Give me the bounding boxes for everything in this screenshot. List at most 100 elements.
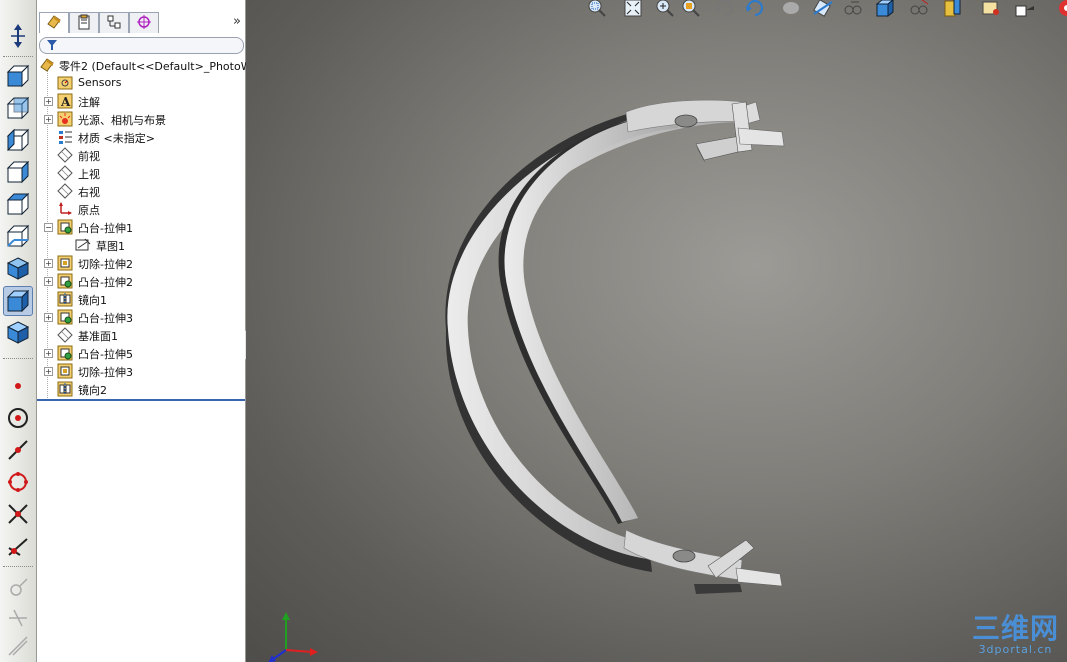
tree-item[interactable]: + A 注解 <box>37 92 245 110</box>
right-view-icon[interactable] <box>4 158 32 186</box>
tree-item-label: 切除-拉伸2 <box>78 258 133 271</box>
tree-item-label: 凸台-拉伸1 <box>78 222 133 235</box>
collapse-icon[interactable]: − <box>44 223 53 232</box>
tree-item-label: 原点 <box>78 204 100 217</box>
origin-icon <box>57 201 73 217</box>
watermark-logo: 三维网 3dportal.cn <box>972 615 1059 657</box>
plane-icon <box>57 183 73 199</box>
tree-item-label: 凸台-拉伸5 <box>78 348 133 361</box>
tree-item[interactable]: 原点 <box>37 200 245 218</box>
watermark-subtitle: 3dportal.cn <box>978 643 1053 656</box>
tree-root[interactable]: 零件2 (Default<<Default>_PhotoWo <box>37 56 258 74</box>
toolbar-separator <box>3 56 33 57</box>
tree-item-label: 凸台-拉伸2 <box>78 276 133 289</box>
tree-item[interactable]: + 凸台-拉伸3 <box>37 308 245 326</box>
point-icon[interactable] <box>4 372 32 400</box>
tree-item[interactable]: 镜向1 <box>37 290 245 308</box>
tree-item[interactable]: + 凸台-拉伸2 <box>37 272 245 290</box>
coordinate-triad <box>268 612 318 662</box>
tree-item[interactable]: 上视 <box>37 164 245 182</box>
configuration-manager-tab[interactable] <box>99 12 129 33</box>
tree-item[interactable]: − 凸台-拉伸1 <box>37 218 245 236</box>
circle-point-icon[interactable] <box>4 404 32 432</box>
tree-item-label: Sensors <box>78 76 122 89</box>
left-view-icon[interactable] <box>4 126 32 154</box>
material-icon <box>57 129 73 145</box>
tree-item-label: 注解 <box>78 96 100 109</box>
tree-item[interactable]: 镜向2 <box>37 380 245 398</box>
sketch-icon <box>75 237 91 253</box>
feature-tree-tab[interactable] <box>39 12 69 33</box>
plane-icon <box>57 147 73 163</box>
tree-item[interactable]: 草图1 <box>37 236 245 254</box>
feature-tree-icon <box>46 14 62 33</box>
toolbar-separator <box>3 566 33 567</box>
part-icon <box>39 57 55 73</box>
tree-item[interactable]: + 切除-拉伸3 <box>37 362 245 380</box>
part-model[interactable] <box>246 0 1067 662</box>
svg-text:A: A <box>60 95 71 109</box>
cut-extrude-icon <box>57 255 73 271</box>
sensors-icon <box>57 75 73 91</box>
tree-item[interactable]: 材质 <未指定> <box>37 128 245 146</box>
front-view-icon[interactable] <box>4 62 32 90</box>
shaded-view-icon[interactable] <box>3 286 33 316</box>
tree-item-label: 镜向2 <box>78 384 107 397</box>
tree-item[interactable]: + 切除-拉伸2 <box>37 254 245 272</box>
line-icon[interactable] <box>4 436 32 464</box>
toolbar-separator <box>3 358 33 359</box>
expand-icon[interactable]: + <box>44 97 53 106</box>
feature-manager-tabs: » <box>37 10 245 34</box>
tree-item[interactable]: + 凸台-拉伸5 <box>37 344 245 362</box>
ghost-tool-1-icon <box>4 574 32 602</box>
bottom-view-icon[interactable] <box>4 222 32 250</box>
annotations-icon: A <box>57 93 73 109</box>
expand-icon[interactable]: + <box>44 349 53 358</box>
expand-icon[interactable]: + <box>44 259 53 268</box>
tree-item-label: 上视 <box>78 168 100 181</box>
expand-panel-button[interactable]: » <box>233 14 241 29</box>
tree-item-label: 镜向1 <box>78 294 107 307</box>
filter-input[interactable] <box>39 37 244 54</box>
feature-manager-panel: » 零件2 (Default<<Default>_PhotoWo Sensors… <box>37 0 258 662</box>
expand-icon[interactable]: + <box>44 277 53 286</box>
circle-icon[interactable] <box>4 468 32 496</box>
isometric-view-icon[interactable] <box>4 254 32 282</box>
tree-item[interactable]: 前视 <box>37 146 245 164</box>
expand-icon[interactable]: + <box>44 115 53 124</box>
tree-item[interactable]: 基准面1 <box>37 326 245 344</box>
plane-icon <box>57 327 73 343</box>
normal-to-icon[interactable] <box>4 22 32 50</box>
lights-cameras-icon <box>57 111 73 127</box>
tree-item[interactable]: Sensors <box>37 74 245 92</box>
boss-extrude-icon <box>57 345 73 361</box>
trimetric-view-icon[interactable] <box>4 318 32 346</box>
graphics-area[interactable]: 三维网 3dportal.cn <box>246 0 1067 662</box>
tree-item-label: 草图1 <box>96 240 125 253</box>
intersect-icon[interactable] <box>4 500 32 528</box>
top-view-icon[interactable] <box>4 190 32 218</box>
ghost-tool-2-icon <box>4 604 32 632</box>
tree-item-label: 材质 <未指定> <box>78 132 155 145</box>
back-view-icon[interactable] <box>4 94 32 122</box>
rollback-bar[interactable] <box>37 399 245 401</box>
tree-item-label: 前视 <box>78 150 100 163</box>
ghost-tool-3-icon <box>4 632 32 660</box>
tree-item-label: 切除-拉伸3 <box>78 366 133 379</box>
tree-item-label: 基准面1 <box>78 330 118 343</box>
expand-icon[interactable]: + <box>44 367 53 376</box>
expand-icon[interactable]: + <box>44 313 53 322</box>
dimxpert-tab[interactable] <box>129 12 159 33</box>
mirror-icon <box>57 381 73 397</box>
configuration-manager-icon <box>106 14 122 33</box>
cut-extrude-icon <box>57 363 73 379</box>
tree-item[interactable]: 右视 <box>37 182 245 200</box>
property-manager-tab[interactable] <box>69 12 99 33</box>
mirror-icon <box>57 291 73 307</box>
property-manager-icon <box>76 14 92 33</box>
angle-line-icon[interactable] <box>4 532 32 560</box>
dimxpert-icon <box>136 14 152 33</box>
plane-icon <box>57 165 73 181</box>
tree-item-label: 右视 <box>78 186 100 199</box>
tree-item[interactable]: + 光源、相机与布景 <box>37 110 245 128</box>
